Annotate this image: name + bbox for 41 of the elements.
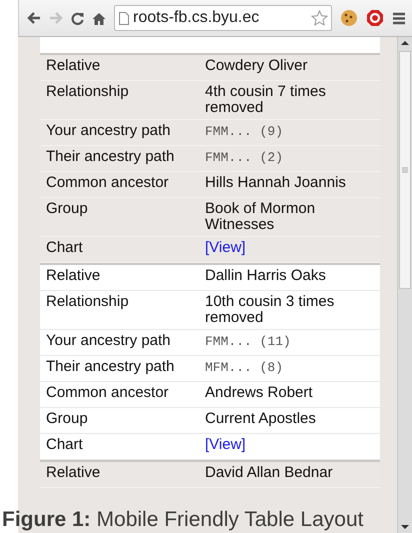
field-value: David Allan Bednar (205, 464, 333, 481)
field-value: Andrews Robert (205, 384, 313, 401)
address-bar[interactable]: roots-fb.cs.byu.ec (114, 5, 332, 31)
page-icon (119, 12, 129, 24)
field-label: Relative (46, 58, 102, 76)
star-icon[interactable] (311, 10, 328, 26)
scrollbar-thumb[interactable] (399, 51, 411, 289)
field-value: Hills Hannah Joannis (205, 174, 346, 191)
field-value: Dallin Harris Oaks (205, 267, 326, 284)
field-label: Chart (46, 240, 84, 258)
field-value: FMM... (11) (205, 334, 291, 349)
back-icon[interactable] (27, 12, 41, 24)
field-label: Their ancestry path (46, 359, 176, 377)
menu-icon[interactable] (392, 12, 406, 24)
field-value: Current Apostles (205, 410, 316, 427)
field-value: Cowdery Oliver (205, 57, 308, 74)
stop-sign-icon[interactable] (366, 9, 384, 27)
field-label: Relationship (46, 84, 130, 102)
field-value: FMM... (2) (205, 150, 284, 165)
home-icon[interactable] (92, 12, 106, 24)
field-value: FMM... (9) (205, 124, 284, 139)
view-link[interactable]: [View] (205, 239, 246, 256)
field-label: Group (46, 411, 89, 429)
cookie-icon[interactable] (340, 9, 358, 27)
field-label: Their ancestry path (46, 149, 176, 167)
field-value: MFM... (8) (205, 360, 284, 375)
field-label: Group (46, 201, 89, 219)
field-label: Your ancestry path (46, 333, 172, 351)
field-label: Your ancestry path (46, 123, 172, 141)
field-label: Common ancestor (46, 175, 170, 193)
reload-icon[interactable] (71, 12, 84, 24)
field-label: Relative (46, 268, 102, 286)
field-label: Common ancestor (46, 385, 170, 403)
field-value: Book of Mormon Witnesses (205, 200, 316, 233)
field-label: Relationship (46, 294, 130, 312)
view-link[interactable]: [View] (205, 436, 246, 453)
field-label: Chart (46, 437, 84, 455)
figure-caption: Figure 1: Mobile Friendly Table Layout (2, 508, 364, 532)
field-value: 10th cousin 3 times removed (205, 293, 334, 326)
field-label: Relative (46, 465, 102, 483)
field-value: 4th cousin 7 times removed (205, 83, 326, 116)
